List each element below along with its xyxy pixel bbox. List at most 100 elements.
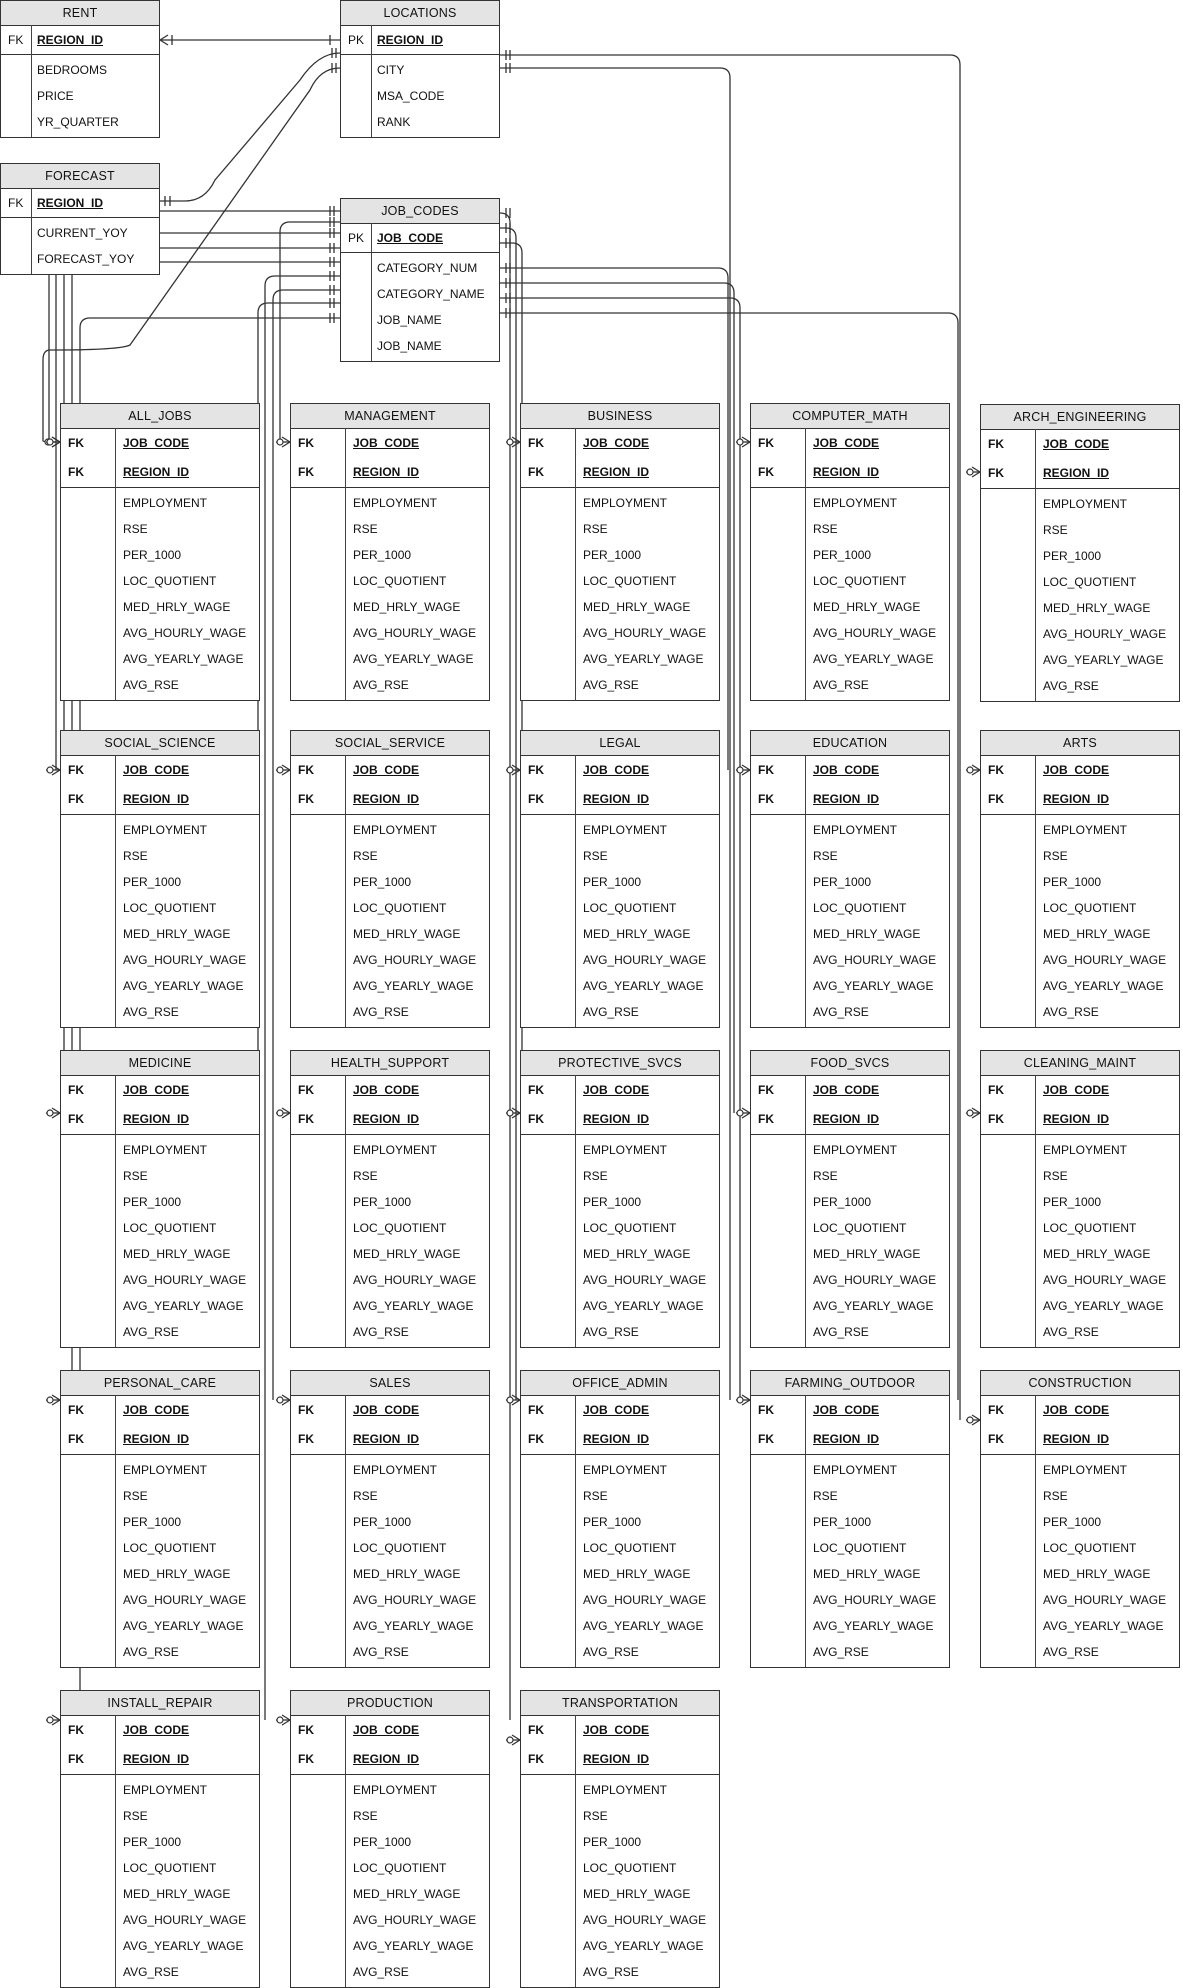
attribute-row: MED_HRLY_WAGE <box>981 595 1179 621</box>
key-row: FK REGION_ID <box>61 1745 259 1774</box>
entity-transportation[interactable]: TRANSPORTATION FK JOB_CODE FK REGION_ID EMPLO… <box>520 1690 720 1988</box>
entity-management[interactable]: MANAGEMENT FK JOB_CODE FK REGION_ID EMPLOYMEN… <box>290 403 490 701</box>
attribute-row: AVG_RSE <box>981 1319 1179 1345</box>
attribute-loc-quotient: LOC_QUOTIENT <box>353 1221 447 1235</box>
attribute-rse: RSE <box>123 1809 148 1823</box>
key-section: FK JOB_CODE FK REGION_ID <box>521 756 719 815</box>
column-divider <box>115 1395 116 1667</box>
attribute-row: MED_HRLY_WAGE <box>61 1561 259 1587</box>
attribute-row: AVG_RSE <box>521 999 719 1025</box>
attribute-row: MED_HRLY_WAGE <box>751 1561 949 1587</box>
attribute-row: AVG_YEARLY_WAGE <box>521 973 719 999</box>
entity-forecast[interactable]: FORECAST FK REGION_ID CURRENT_YOY FORECAST_Y… <box>0 163 160 275</box>
entity-rent[interactable]: RENT FK REGION_ID BEDROOMS PRICE YR_QUARTER <box>0 0 160 138</box>
entity-computer-math[interactable]: COMPUTER_MATH FK JOB_CODE FK REGION_ID EMPLOY… <box>750 403 950 701</box>
entity-construction[interactable]: CONSTRUCTION FK JOB_CODE FK REGION_ID EMPLOYM… <box>980 1370 1180 1668</box>
attribute-row: RSE <box>751 1483 949 1509</box>
attribute-med-hrly-wage: MED_HRLY_WAGE <box>353 600 461 614</box>
attribute-row: JOB_NAME <box>341 307 499 333</box>
attribute-row: MED_HRLY_WAGE <box>291 921 489 947</box>
entity-sales[interactable]: SALES FK JOB_CODE FK REGION_ID EMPLOYMENT RSE P… <box>290 1370 490 1668</box>
attribute-avg-hourly-wage: AVG_HOURLY_WAGE <box>1043 953 1167 967</box>
attribute-avg-rse: AVG_RSE <box>353 1325 409 1339</box>
entity-cleaning-maint[interactable]: CLEANING_MAINT FK JOB_CODE FK REGION_ID EMPLO… <box>980 1050 1180 1348</box>
attribute-employment: EMPLOYMENT <box>353 1463 438 1477</box>
key-type-label: FK <box>758 465 774 479</box>
entity-health-support[interactable]: HEALTH_SUPPORT FK JOB_CODE FK REGION_ID EMPLO… <box>290 1050 490 1348</box>
key-type-label: FK <box>988 1432 1004 1446</box>
entity-title: TRANSPORTATION <box>521 1691 719 1716</box>
entity-farming-outdoor[interactable]: FARMING_OUTDOOR FK JOB_CODE FK REGION_ID EMPL… <box>750 1370 950 1668</box>
key-type-label: FK <box>298 763 314 777</box>
key-field-region-id: REGION_ID <box>353 1752 420 1766</box>
attribute-avg-hourly-wage: AVG_HOURLY_WAGE <box>123 1913 247 1927</box>
entity-business[interactable]: BUSINESS FK JOB_CODE FK REGION_ID EMPLOYMENT R… <box>520 403 720 701</box>
attribute-row: RSE <box>981 1483 1179 1509</box>
entity-social-service[interactable]: SOCIAL_SERVICE FK JOB_CODE FK REGION_ID EMPLO… <box>290 730 490 1028</box>
entity-education[interactable]: EDUCATION FK JOB_CODE FK REGION_ID EMPLOYMENT… <box>750 730 950 1028</box>
key-section: FK JOB_CODE FK REGION_ID <box>981 1076 1179 1135</box>
attribute-avg-yearly-wage: AVG_YEARLY_WAGE <box>813 1299 934 1313</box>
attribute-section: EMPLOYMENT RSE PER_1000 LOC_QUOTIENT MED_HRL… <box>521 815 719 1027</box>
entity-job-codes[interactable]: JOB_CODES PK JOB_CODE CATEGORY_NUM CATEGORY_… <box>340 198 500 362</box>
attribute-employment: EMPLOYMENT <box>353 823 438 837</box>
attribute-per-1000: PER_1000 <box>1043 875 1102 889</box>
attribute-row: LOC_QUOTIENT <box>521 1855 719 1881</box>
attribute-row: MED_HRLY_WAGE <box>751 1241 949 1267</box>
attribute-section: EMPLOYMENT RSE PER_1000 LOC_QUOTIENT MED_HRL… <box>61 815 259 1027</box>
entity-food-svcs[interactable]: FOOD_SVCS FK JOB_CODE FK REGION_ID EMPLOYMENT… <box>750 1050 950 1348</box>
attribute-row: EMPLOYMENT <box>751 490 949 516</box>
entity-social-science[interactable]: SOCIAL_SCIENCE FK JOB_CODE FK REGION_ID EMPLO… <box>60 730 260 1028</box>
entity-production[interactable]: PRODUCTION FK JOB_CODE FK REGION_ID EMPLOYMEN… <box>290 1690 490 1988</box>
key-row: FK JOB_CODE <box>751 756 949 785</box>
column-divider <box>115 428 116 700</box>
entity-install-repair[interactable]: INSTALL_REPAIR FK JOB_CODE FK REGION_ID EMPLO… <box>60 1690 260 1988</box>
attribute-row: AVG_RSE <box>291 1639 489 1665</box>
attribute-row: LOC_QUOTIENT <box>521 895 719 921</box>
zero-marker-icon <box>46 766 54 774</box>
entity-arts[interactable]: ARTS FK JOB_CODE FK REGION_ID EMPLOYMENT RSE PE… <box>980 730 1180 1028</box>
entity-legal[interactable]: LEGAL FK JOB_CODE FK REGION_ID EMPLOYMENT RSE P… <box>520 730 720 1028</box>
attribute-row: EMPLOYMENT <box>981 1137 1179 1163</box>
key-field-job-code: JOB_CODE <box>123 1083 190 1097</box>
key-row: FK REGION_ID <box>981 1105 1179 1134</box>
connector-locations-forecast <box>160 52 341 202</box>
entity-office-admin[interactable]: OFFICE_ADMIN FK JOB_CODE FK REGION_ID EMPLOYM… <box>520 1370 720 1668</box>
attribute-rse: RSE <box>123 1489 148 1503</box>
entity-arch-engineering[interactable]: ARCH_ENGINEERING FK JOB_CODE FK REGION_ID EMP… <box>980 404 1180 702</box>
attribute-avg-yearly-wage: AVG_YEARLY_WAGE <box>1043 1619 1164 1633</box>
attribute-section: EMPLOYMENT RSE PER_1000 LOC_QUOTIENT MED_HRL… <box>291 815 489 1027</box>
key-row: FK REGION_ID <box>61 458 259 487</box>
attribute-row: MED_HRLY_WAGE <box>981 1561 1179 1587</box>
attribute-row: EMPLOYMENT <box>291 490 489 516</box>
attribute-row: LOC_QUOTIENT <box>61 1215 259 1241</box>
attribute-rse: RSE <box>583 522 608 536</box>
key-field-job-code: JOB_CODE <box>813 1083 880 1097</box>
attribute-employment: EMPLOYMENT <box>123 1143 208 1157</box>
key-field-job-code: JOB_CODE <box>353 763 420 777</box>
entity-medicine[interactable]: MEDICINE FK JOB_CODE FK REGION_ID EMPLOYMENT R… <box>60 1050 260 1348</box>
key-field-job-code: JOB_CODE <box>353 1723 420 1737</box>
attribute-row: LOC_QUOTIENT <box>981 895 1179 921</box>
attribute-row: MED_HRLY_WAGE <box>521 1881 719 1907</box>
entity-all-jobs[interactable]: ALL_JOBS FK JOB_CODE FK REGION_ID EMPLOYMENT R… <box>60 403 260 701</box>
entity-protective-svcs[interactable]: PROTECTIVE_SVCS FK JOB_CODE FK REGION_ID EMPL… <box>520 1050 720 1348</box>
key-type-label: FK <box>298 792 314 806</box>
key-field-region-id: REGION_ID <box>583 465 650 479</box>
attribute-avg-rse: AVG_RSE <box>583 1005 639 1019</box>
zero-marker-icon <box>966 1109 974 1117</box>
attribute-row: MED_HRLY_WAGE <box>521 1241 719 1267</box>
key-field-job-code: JOB_CODE <box>583 1083 650 1097</box>
entity-personal-care[interactable]: PERSONAL_CARE FK JOB_CODE FK REGION_ID EMPLOY… <box>60 1370 260 1668</box>
attribute-avg-hourly-wage: AVG_HOURLY_WAGE <box>1043 627 1167 641</box>
attribute-row: PER_1000 <box>61 1189 259 1215</box>
key-field-region-id: REGION_ID <box>353 1112 420 1126</box>
attribute-section: EMPLOYMENT RSE PER_1000 LOC_QUOTIENT MED_HRL… <box>61 1455 259 1667</box>
key-field-job-code: JOB_CODE <box>813 763 880 777</box>
attribute-row: LOC_QUOTIENT <box>981 1535 1179 1561</box>
attribute-section: EMPLOYMENT RSE PER_1000 LOC_QUOTIENT MED_HRL… <box>61 488 259 700</box>
key-section: FK JOB_CODE FK REGION_ID <box>521 1716 719 1775</box>
attribute-row: MED_HRLY_WAGE <box>291 1881 489 1907</box>
zero-marker-icon <box>966 1416 974 1424</box>
entity-locations[interactable]: LOCATIONS PK REGION_ID CITY MSA_CODE RANK <box>340 0 500 138</box>
